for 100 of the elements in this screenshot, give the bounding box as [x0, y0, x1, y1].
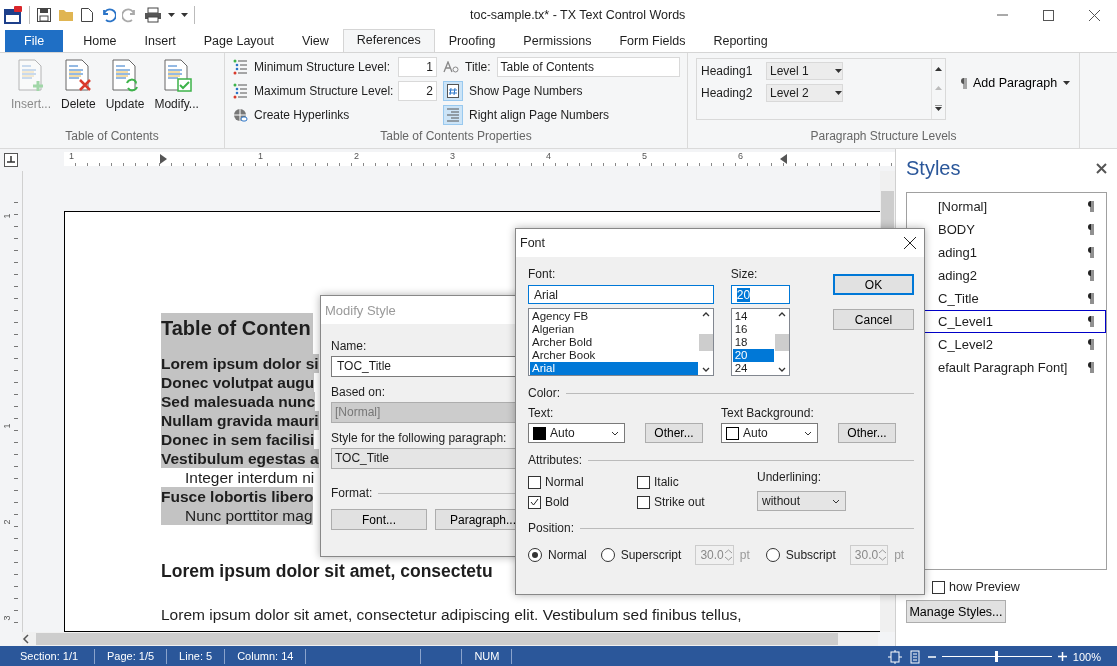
ribbon-tab[interactable]: Reporting: [699, 30, 782, 52]
size-field[interactable]: 20: [730, 285, 790, 304]
checkbox[interactable]: [637, 475, 650, 489]
field-label: Underlining:: [757, 470, 823, 484]
unit-label: pt: [739, 548, 750, 562]
new-document-icon[interactable]: [80, 7, 94, 23]
indent-marker-icon[interactable]: [780, 154, 787, 164]
fit-width-icon[interactable]: [907, 649, 922, 664]
ruler-number: 2: [354, 151, 359, 161]
chevron-icon: [804, 430, 813, 436]
close-icon[interactable]: [1088, 9, 1100, 21]
list-option[interactable]: Arial: [530, 362, 698, 375]
radio-button[interactable]: [600, 548, 615, 562]
document-heading: Lorem ipsum dolor sit amet, consectetu: [161, 561, 493, 582]
list-option[interactable]: Algerian: [530, 323, 698, 336]
zoom-in-icon[interactable]: [1057, 652, 1067, 661]
save-icon[interactable]: [36, 7, 52, 23]
cancel-button[interactable]: Cancel: [833, 309, 914, 330]
status-field: Page: 1/5: [95, 649, 168, 664]
dialog-button[interactable]: Font...: [331, 509, 427, 530]
field-label: Maximum Structure Level:: [254, 84, 392, 98]
maximize-icon[interactable]: [1042, 9, 1054, 21]
printer-icon[interactable]: [144, 7, 162, 23]
list-option[interactable]: 20: [732, 349, 774, 362]
pilcrow-icon: [1087, 339, 1094, 350]
font-field[interactable]: Arial: [528, 285, 714, 304]
list-option[interactable]: 14: [732, 310, 774, 323]
file-menu-tab[interactable]: File: [5, 30, 64, 52]
style-item[interactable]: [Normal]: [907, 195, 1106, 218]
list-option[interactable]: 16: [732, 323, 774, 336]
ribbon-tab[interactable]: Form Fields: [605, 30, 700, 52]
style-item[interactable]: ading1: [907, 241, 1106, 264]
zoom-out-icon[interactable]: [927, 655, 936, 658]
color-dropdown[interactable]: Auto: [721, 423, 818, 443]
ribbon-tab[interactable]: Page Layout: [189, 30, 288, 52]
close-icon[interactable]: [904, 237, 916, 249]
indent-marker-icon[interactable]: [160, 154, 167, 164]
tab-stop-icon[interactable]: [4, 153, 18, 167]
ruler-number: 1: [1, 423, 12, 429]
caret-icon: [835, 91, 842, 95]
style-item[interactable]: efault Paragraph Font]: [907, 356, 1106, 379]
horizontal-scrollbar[interactable]: [22, 632, 878, 646]
scroll-up-icon[interactable]: [935, 66, 942, 71]
globe-link-icon: [233, 107, 248, 123]
list-option[interactable]: Archer Book: [530, 349, 698, 362]
ribbon-tab[interactable]: Insert: [130, 30, 190, 52]
spin-arrows-icon: [878, 548, 888, 562]
list-option[interactable]: 24: [732, 362, 774, 375]
list-option[interactable]: Archer Bold: [530, 336, 698, 349]
field-label: Style for the following paragraph:: [331, 431, 507, 445]
level-dropdown[interactable]: Level 2: [766, 84, 843, 102]
ruler-number: 5: [642, 151, 647, 161]
close-icon[interactable]: [1096, 163, 1107, 174]
fit-page-icon[interactable]: [887, 649, 902, 664]
field-label: Name:: [331, 339, 367, 353]
status-field: NUM: [462, 649, 513, 664]
ruler-number: 1: [69, 151, 74, 161]
style-name: Heading1: [701, 64, 754, 78]
checkbox[interactable]: [528, 495, 541, 509]
undo-icon[interactable]: [100, 7, 116, 23]
ribbon-tab[interactable]: Proofing: [434, 30, 510, 52]
expand-icon[interactable]: [935, 104, 942, 112]
checkbox-label: Normal: [545, 475, 584, 489]
radio-button[interactable]: [528, 548, 542, 562]
title-field[interactable]: Table of Contents: [496, 57, 680, 77]
ribbon-tab[interactable]: Permissions: [509, 30, 606, 52]
ribbon-tab[interactable]: Home: [69, 30, 131, 52]
checkbox[interactable]: [637, 495, 650, 509]
ruler-number: 3: [450, 151, 455, 161]
other-color-button[interactable]: Other...: [645, 423, 703, 443]
radio-button[interactable]: [765, 548, 780, 562]
style-item[interactable]: BODY: [907, 218, 1106, 241]
other-color-button[interactable]: Other...: [838, 423, 896, 443]
scroll-down-icon: [701, 367, 710, 372]
toggle-button[interactable]: [443, 105, 463, 125]
checkbox[interactable]: [932, 580, 945, 594]
underline-dropdown[interactable]: without: [757, 491, 846, 511]
toggle-button[interactable]: [443, 81, 463, 101]
add-paragraph-button[interactable]: Add Paragraph: [954, 71, 1077, 95]
group-label: Table of Contents: [64, 128, 160, 145]
list-option[interactable]: 18: [732, 336, 774, 349]
checkbox[interactable]: [528, 475, 541, 489]
level-dropdown[interactable]: Level 1: [766, 62, 843, 80]
toc-modify-button[interactable]: Modify...: [151, 59, 202, 128]
number-field[interactable]: 2: [398, 81, 437, 101]
ribbon-tab[interactable]: View: [287, 30, 343, 52]
style-item[interactable]: C_Level2: [907, 333, 1106, 356]
radio-label: Normal: [548, 548, 587, 562]
list-option[interactable]: Agency FB: [530, 310, 698, 323]
manage-styles-button[interactable]: Manage Styles...: [906, 600, 1006, 623]
caret-icon: [1063, 81, 1071, 85]
app-logo-icon: [3, 5, 23, 25]
ok-button[interactable]: OK: [833, 274, 914, 295]
toc-update-button[interactable]: Update: [102, 59, 148, 128]
toc-delete-button[interactable]: Delete: [58, 59, 99, 128]
color-dropdown[interactable]: Auto: [528, 423, 625, 443]
zoom-level: 100%: [1072, 650, 1101, 663]
number-field[interactable]: 1: [398, 57, 437, 77]
ribbon-tab[interactable]: References: [342, 29, 435, 52]
field-label: Font:: [528, 267, 557, 281]
